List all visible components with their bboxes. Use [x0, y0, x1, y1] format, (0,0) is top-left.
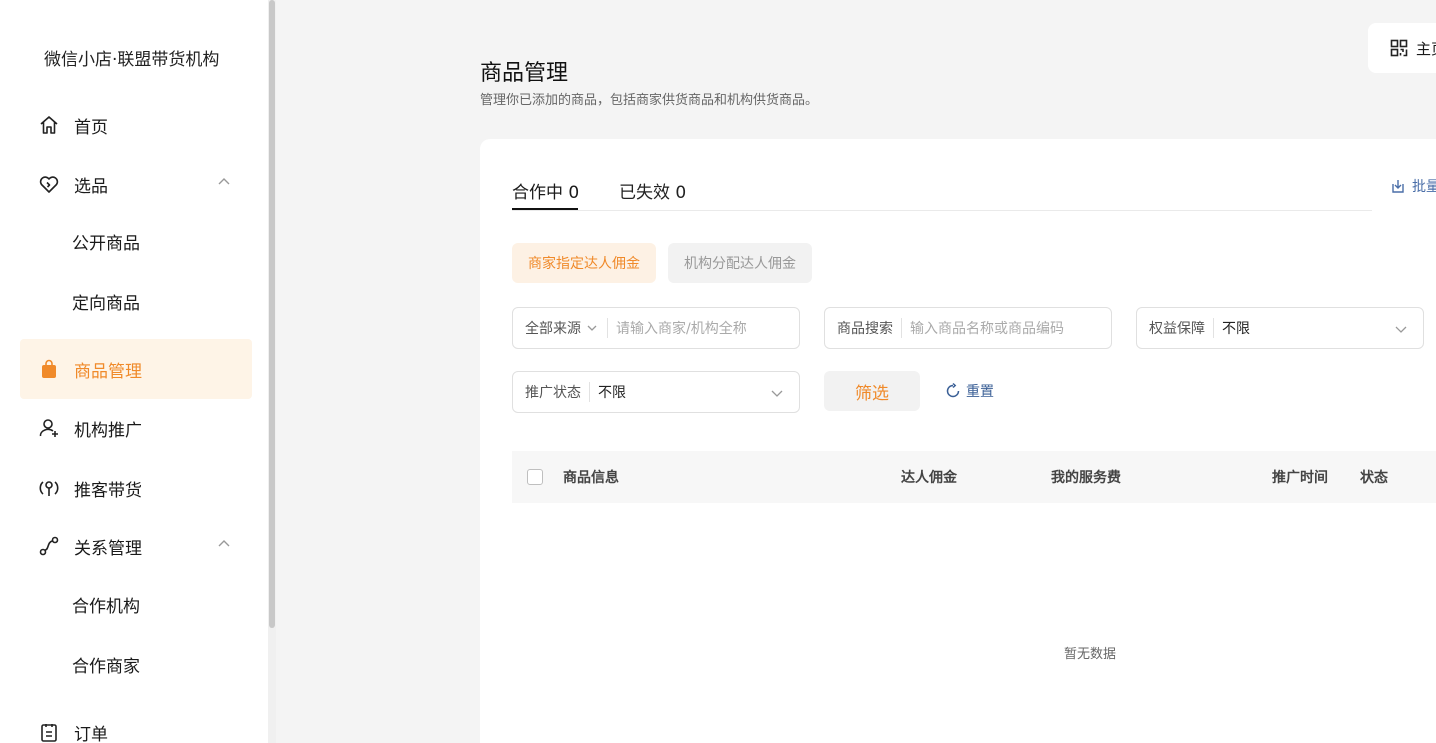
- home-page-label: 主页: [1416, 39, 1436, 58]
- sidebar-item-selection[interactable]: 选品: [20, 155, 252, 213]
- benefit-guarantee-label: 权益保障: [1149, 321, 1205, 337]
- field-separator: [607, 318, 608, 338]
- shopping-bag-icon: [38, 358, 60, 380]
- sidebar-item-label: 订单: [74, 724, 108, 743]
- home-page-button[interactable]: 主页: [1368, 23, 1436, 73]
- user-plus-icon: [38, 417, 60, 439]
- sidebar-scrollbar-thumb[interactable]: [269, 0, 275, 628]
- empty-state-text: 暂无数据: [1064, 647, 1117, 662]
- product-search-input[interactable]: 输入商品名称或商品编码: [910, 318, 1064, 338]
- sidebar-item-label: 首页: [74, 117, 108, 138]
- sidebar-item-label: 关系管理: [74, 538, 142, 559]
- sidebar-item-public-products[interactable]: 公开商品: [20, 212, 252, 270]
- sidebar-item-label: 推客带货: [74, 480, 142, 501]
- filter-button[interactable]: 筛选: [824, 371, 920, 411]
- heart-tag-icon: [38, 173, 60, 195]
- benefit-guarantee-value: 不限: [1222, 321, 1250, 337]
- source-select-label[interactable]: 全部来源: [513, 318, 581, 338]
- sidebar-item-label: 商品管理: [74, 361, 142, 382]
- product-search-field[interactable]: 商品搜索 输入商品名称或商品编码: [824, 307, 1112, 349]
- field-separator: [901, 318, 902, 338]
- page-title: 商品管理: [480, 61, 569, 86]
- benefit-guarantee-select[interactable]: 权益保障 不限: [1136, 307, 1424, 349]
- home-icon: [38, 114, 60, 136]
- clipboard-icon: [38, 721, 60, 743]
- sidebar-item-partner-merchants[interactable]: 合作商家: [20, 635, 252, 693]
- product-search-label: 商品搜索: [837, 321, 893, 337]
- select-all-checkbox[interactable]: [527, 469, 543, 485]
- tab-active-cooperation[interactable]: 合作中 0: [512, 178, 579, 203]
- sidebar-item-agency-promotion[interactable]: 机构推广: [20, 399, 252, 457]
- column-header-commission: 达人佣金: [901, 470, 957, 486]
- sidebar-item-label: 合作商家: [72, 656, 140, 677]
- sidebar-item-partner-agencies[interactable]: 合作机构: [20, 575, 252, 633]
- field-separator: [1213, 318, 1214, 338]
- refresh-icon: [946, 382, 960, 398]
- promotion-status-value: 不限: [598, 385, 626, 401]
- brand-title: 微信小店·联盟带货机构: [44, 50, 220, 70]
- segment-agency-commission[interactable]: 机构分配达人佣金: [668, 243, 812, 283]
- sidebar-item-promoter-sales[interactable]: 推客带货: [20, 459, 252, 517]
- reset-button[interactable]: 重置: [944, 381, 994, 401]
- batch-button[interactable]: 批量: [1390, 176, 1436, 196]
- segment-merchant-commission[interactable]: 商家指定达人佣金: [512, 243, 656, 283]
- sidebar-item-label: 合作机构: [72, 596, 140, 617]
- column-header-service-fee: 我的服务费: [1051, 470, 1121, 486]
- promotion-status-select[interactable]: 推广状态 不限: [512, 371, 800, 413]
- column-header-product-info: 商品信息: [563, 470, 619, 486]
- sidebar-item-home[interactable]: 首页: [20, 96, 252, 154]
- source-filter[interactable]: 全部来源 请输入商家/机构全称: [512, 307, 800, 349]
- promotion-status-label: 推广状态: [525, 385, 581, 401]
- source-input[interactable]: 请输入商家/机构全称: [616, 318, 747, 338]
- chevron-up-icon[interactable]: [216, 536, 232, 552]
- column-header-promotion-time: 推广时间: [1272, 470, 1328, 486]
- export-icon: [1392, 180, 1404, 193]
- sidebar-item-label: 机构推广: [74, 420, 142, 441]
- reset-label: 重置: [966, 384, 994, 400]
- sidebar-item-product-management[interactable]: 商品管理: [20, 339, 252, 399]
- promoter-icon: [38, 477, 60, 499]
- sidebar-item-label: 定向商品: [72, 293, 140, 314]
- sidebar-item-label: 选品: [74, 176, 108, 197]
- column-header-status: 状态: [1360, 470, 1388, 486]
- chevron-down-icon[interactable]: [1393, 321, 1409, 337]
- sidebar-item-label: 公开商品: [72, 233, 140, 254]
- chevron-up-icon[interactable]: [216, 174, 232, 190]
- sidebar-item-orders[interactable]: 订单: [20, 703, 252, 743]
- chevron-down-icon[interactable]: [585, 321, 599, 335]
- tabs-divider: [512, 210, 1372, 211]
- sidebar-item-targeted-products[interactable]: 定向商品: [20, 272, 252, 330]
- field-separator: [589, 382, 590, 402]
- batch-label: 批量: [1412, 179, 1436, 195]
- tab-expired[interactable]: 已失效 0: [619, 178, 686, 203]
- content-card: [480, 139, 1436, 743]
- chevron-down-icon[interactable]: [769, 385, 785, 401]
- qr-code-icon: [1390, 39, 1408, 57]
- relationship-icon: [38, 535, 60, 557]
- sidebar-item-relationship-management[interactable]: 关系管理: [20, 517, 252, 575]
- page-subtitle: 管理你已添加的商品，包括商家供货商品和机构供货商品。: [480, 93, 819, 108]
